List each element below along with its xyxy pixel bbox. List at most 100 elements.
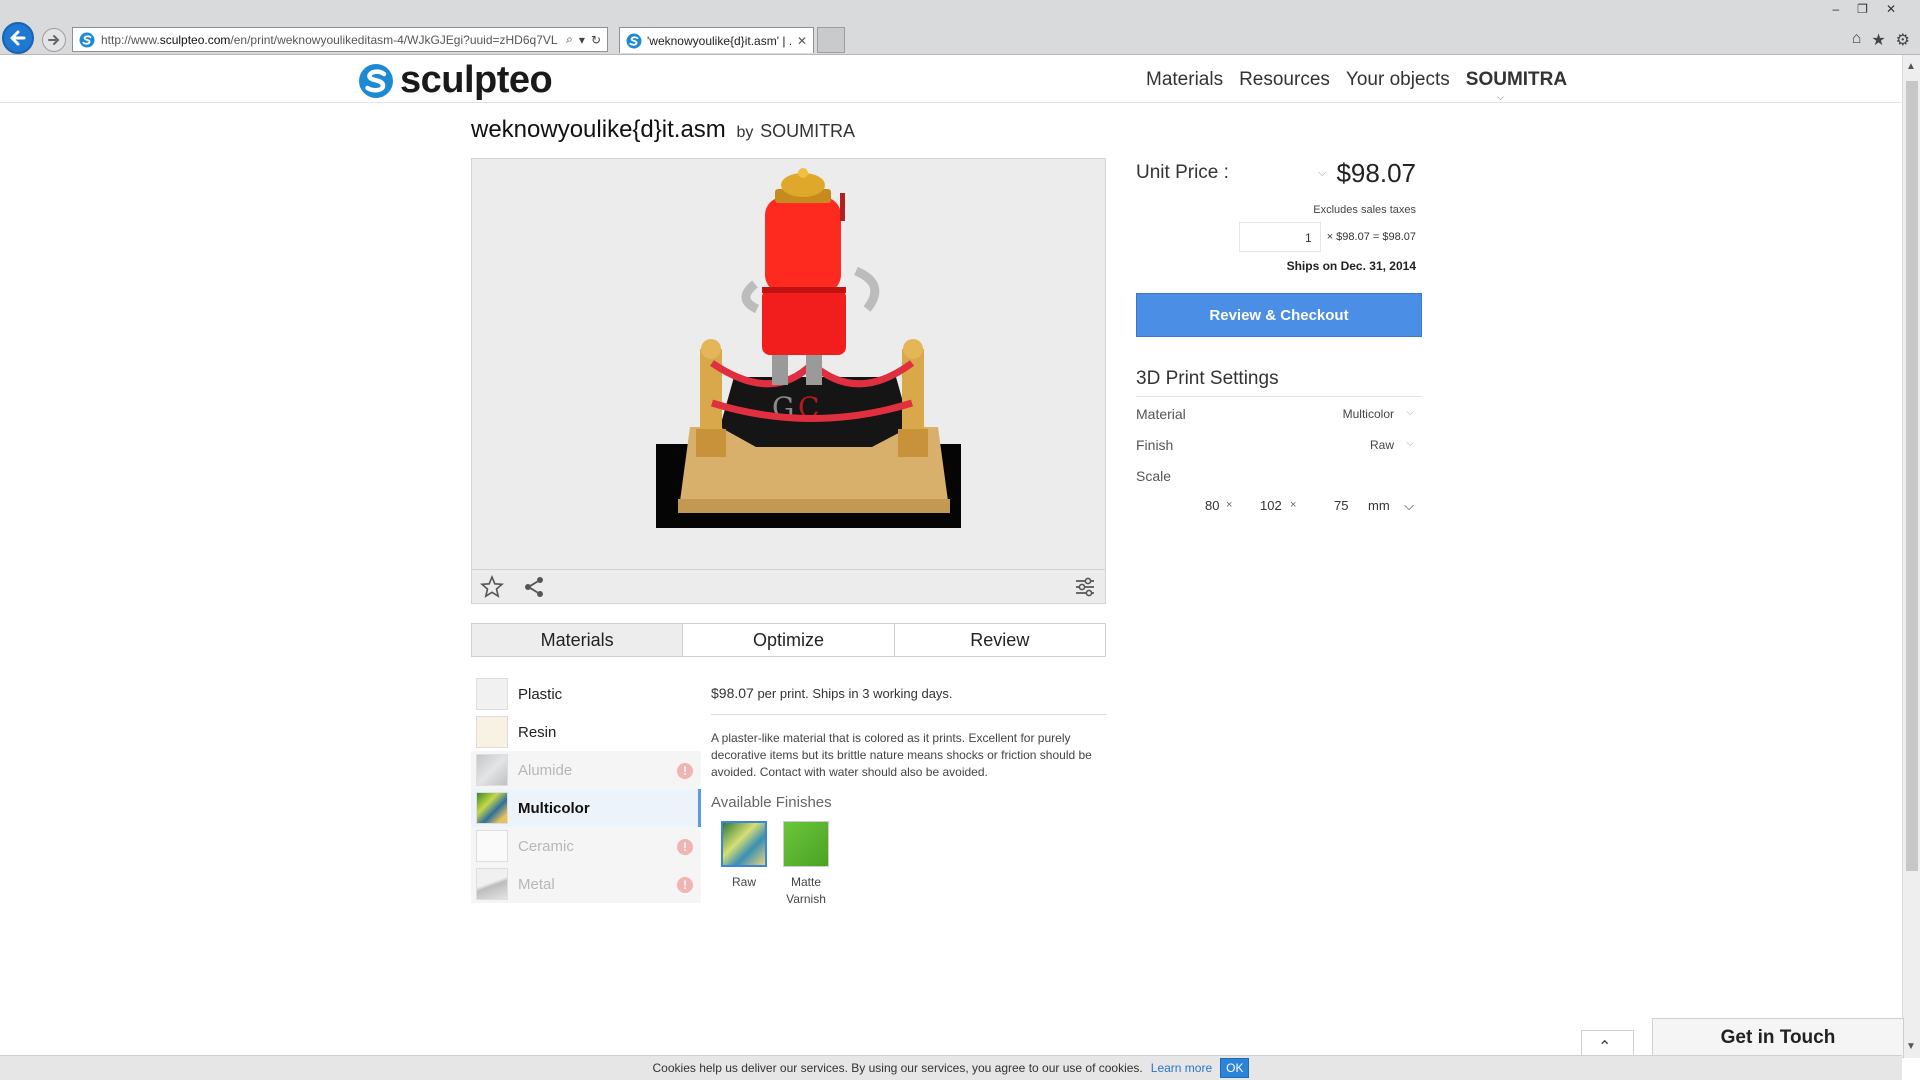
material-label: Resin xyxy=(518,723,557,741)
url-domain: sculpteo.com xyxy=(159,32,231,47)
cookie-text: Cookies help us deliver our services. By… xyxy=(652,1061,1143,1075)
material-item-ceramic[interactable]: Ceramic ! xyxy=(471,827,701,865)
home-icon[interactable]: ⌂ xyxy=(1852,30,1862,50)
nav-user-menu[interactable]: SOUMITRA xyxy=(1466,69,1567,91)
quantity-row: 1 × $98.07 = $98.07 xyxy=(1136,222,1422,252)
window-controls: – ❐ ✕ xyxy=(1832,2,1896,16)
unit-price-row: Unit Price : ⌵ $98.07 xyxy=(1136,150,1422,196)
url-path: /en/print/weknowyoulikeditasm-4/WJkGJEgi… xyxy=(230,32,558,47)
star-icon[interactable] xyxy=(480,575,504,599)
finish-swatch xyxy=(783,821,829,867)
minimize-icon[interactable]: – xyxy=(1832,2,1839,16)
unit-price-value: $98.07 xyxy=(1336,158,1416,188)
site-logo[interactable]: sculpteo xyxy=(358,59,553,102)
finish-raw[interactable]: Raw xyxy=(721,821,767,908)
chevron-down-icon[interactable]: ⌵ xyxy=(1318,167,1326,180)
setting-finish-label: Finish xyxy=(1136,437,1174,453)
get-in-touch-button[interactable]: Get in Touch xyxy=(1652,1018,1904,1058)
cookie-bar: Cookies help us deliver our services. By… xyxy=(0,1055,1902,1080)
sculpteo-logo-icon xyxy=(359,63,393,98)
sliders-icon[interactable] xyxy=(1073,575,1097,599)
tab-review[interactable]: Review xyxy=(894,624,1105,656)
material-item-alumide[interactable]: Alumide ! xyxy=(471,751,701,789)
restore-icon[interactable]: ❐ xyxy=(1857,2,1868,16)
close-icon[interactable]: ✕ xyxy=(791,34,813,48)
tab-materials[interactable]: Materials xyxy=(472,624,684,656)
scale-unit[interactable]: mm xyxy=(1368,498,1390,513)
setting-material-row[interactable]: Material Multicolor ⌵ xyxy=(1136,397,1422,428)
viewer-toolbar xyxy=(472,569,1105,603)
share-icon[interactable] xyxy=(522,575,546,599)
forward-icon xyxy=(48,35,60,45)
quantity-total: × $98.07 = $98.07 xyxy=(1326,231,1416,243)
url-text[interactable]: http://www.sculpteo.com/en/print/weknowy… xyxy=(101,33,566,47)
page-scrollbar[interactable]: ▲ ▼ xyxy=(1902,55,1920,1058)
author-link[interactable]: SOUMITRA xyxy=(760,121,855,141)
finish-label: Matte Varnish xyxy=(786,875,826,906)
material-item-multicolor[interactable]: Multicolor xyxy=(471,789,701,827)
scale-x-input[interactable]: 80 xyxy=(1205,498,1219,513)
finish-matte-varnish[interactable]: Matte Varnish xyxy=(783,821,829,908)
setting-scale-row: Scale xyxy=(1136,459,1422,490)
warning-icon[interactable]: ! xyxy=(677,839,693,855)
setting-material-label: Material xyxy=(1136,406,1186,422)
material-item-plastic[interactable]: Plastic xyxy=(471,675,701,713)
back-button[interactable] xyxy=(2,22,34,54)
chevron-down-icon[interactable]: ⌵ xyxy=(1406,407,1414,418)
scrollbar-thumb[interactable] xyxy=(1906,81,1918,871)
material-price-line: $98.07 per print. Ships in 3 working day… xyxy=(711,675,1107,715)
nav-your-objects[interactable]: Your objects xyxy=(1346,69,1450,91)
material-label: Metal xyxy=(518,875,555,893)
address-bar[interactable]: http://www.sculpteo.com/en/print/weknowy… xyxy=(72,27,608,52)
scale-z-input[interactable]: 75 xyxy=(1334,498,1348,513)
material-label: Ceramic xyxy=(518,837,574,855)
scale-sep: × xyxy=(1290,499,1297,511)
refresh-icon[interactable]: ↻ xyxy=(591,33,601,47)
close-window-icon[interactable]: ✕ xyxy=(1886,2,1896,16)
material-label: Alumide xyxy=(518,761,573,779)
setting-finish-row[interactable]: Finish Raw ⌵ xyxy=(1136,428,1422,459)
tab-optimize[interactable]: Optimize xyxy=(683,624,895,656)
new-tab-button[interactable] xyxy=(817,27,845,53)
material-item-resin[interactable]: Resin xyxy=(471,713,701,751)
material-item-metal[interactable]: Metal ! xyxy=(471,865,701,903)
setting-material-value: Multicolor xyxy=(1342,407,1394,421)
warning-icon[interactable]: ! xyxy=(677,763,693,779)
chevron-down-icon[interactable]: ▾ xyxy=(579,33,585,47)
material-swatch xyxy=(476,868,508,900)
nav-resources[interactable]: Resources xyxy=(1239,69,1330,91)
model-viewer[interactable]: G C xyxy=(471,158,1106,604)
back-icon xyxy=(10,30,26,46)
nav-materials[interactable]: Materials xyxy=(1146,69,1223,91)
quantity-input[interactable]: 1 xyxy=(1238,222,1321,252)
scale-y-input[interactable]: 102 xyxy=(1260,498,1282,513)
back-to-top-button[interactable]: ⌃ xyxy=(1581,1030,1634,1058)
finish-label: Raw xyxy=(731,875,756,889)
chevron-down-icon[interactable]: ⌵ xyxy=(1497,92,1504,103)
site-favicon-icon xyxy=(79,32,95,47)
chevron-up-icon: ⌃ xyxy=(1598,1039,1612,1056)
tab-favicon-icon xyxy=(626,33,642,48)
chevron-down-icon[interactable]: ⌵ xyxy=(1406,438,1414,449)
cookie-learn-more-link[interactable]: Learn more xyxy=(1151,1061,1212,1075)
chevron-down-icon[interactable]: ⌵ xyxy=(1404,498,1414,514)
cookie-ok-button[interactable]: OK xyxy=(1220,1058,1250,1078)
material-label: Multicolor xyxy=(518,799,590,817)
finishes-title: Available Finishes xyxy=(711,794,832,811)
review-checkout-button[interactable]: Review & Checkout xyxy=(1136,293,1422,337)
chevron-down-icon[interactable]: ▼ xyxy=(1906,1041,1916,1052)
favorites-icon[interactable]: ★ xyxy=(1871,30,1885,50)
forward-button[interactable] xyxy=(42,28,66,52)
main-nav: Materials Resources Your objects SOUMITR… xyxy=(1146,69,1567,91)
material-list: Plastic Resin Alumide ! Multicolor Ceram… xyxy=(471,675,701,903)
warning-icon[interactable]: ! xyxy=(677,877,693,893)
model-render[interactable]: G C xyxy=(472,159,1105,569)
logo-text: sculpteo xyxy=(400,59,553,101)
browser-tools: ⌂ ★ ⚙ xyxy=(1852,30,1910,50)
browser-tab[interactable]: 'weknowyoulike{d}it.asm' | ... ✕ xyxy=(619,27,814,53)
material-swatch xyxy=(476,716,508,748)
settings-icon[interactable]: ⚙ xyxy=(1896,30,1910,50)
unit-price-label: Unit Price : xyxy=(1136,162,1229,183)
chevron-up-icon[interactable]: ▲ xyxy=(1906,61,1916,72)
search-icon[interactable]: ⌕ xyxy=(566,32,573,47)
